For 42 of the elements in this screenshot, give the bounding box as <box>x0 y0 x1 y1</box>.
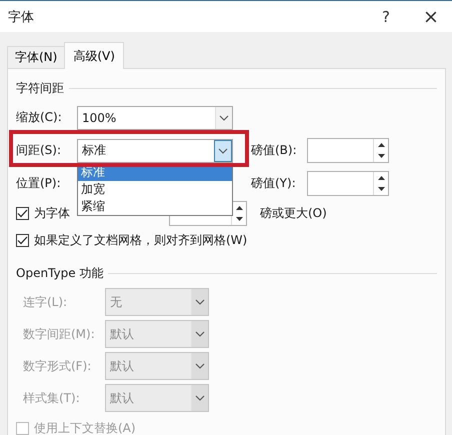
checkbox-label: 使用上下文替换(A) <box>34 420 136 435</box>
dropdown-option[interactable]: 紧缩 <box>78 198 232 215</box>
field-label: 样式集(T): <box>22 390 81 406</box>
close-button[interactable]: × <box>421 4 441 28</box>
check-icon <box>17 209 28 218</box>
down-arrow-icon <box>376 153 386 160</box>
chevron-icon <box>195 363 205 369</box>
field-label: 数字间距(M): <box>22 326 96 342</box>
dropdown[interactable]: 100% <box>77 106 233 130</box>
checkbox-label: 为字体 <box>34 205 71 222</box>
dropdown[interactable]: 标准 <box>77 138 233 162</box>
help-button[interactable]: ? <box>376 4 396 28</box>
spin-field[interactable] <box>307 138 389 163</box>
field-label: 缩放(C): <box>16 109 63 126</box>
chevron-icon <box>195 299 205 305</box>
down-arrow-icon <box>376 186 386 192</box>
up-arrow-icon <box>376 142 386 148</box>
field-label: 数字形式(F): <box>22 358 92 374</box>
checkbox-label: 如果定义了文档网格，则对齐到网格(W) <box>34 232 248 249</box>
up-arrow-icon <box>376 174 386 181</box>
chevron-icon <box>218 148 228 154</box>
checkbox[interactable] <box>16 234 29 247</box>
field-label: 磅值(B): <box>251 142 298 159</box>
field-label: 间距(S): <box>16 142 62 159</box>
chevron-icon <box>219 114 229 120</box>
field-label: 位置(P): <box>16 175 62 192</box>
section-heading: 字符间距 <box>16 80 64 96</box>
chevron-icon <box>195 395 205 401</box>
field-label: 磅或更大(O) <box>260 205 327 222</box>
field-label: 连字(L): <box>22 294 68 310</box>
check-icon <box>17 236 28 245</box>
down-arrow-icon <box>234 216 244 222</box>
window-title: 字体 <box>8 8 35 26</box>
chevron-icon <box>195 331 205 337</box>
spin-field[interactable] <box>307 171 389 196</box>
section-heading: OpenType 功能 <box>16 264 104 282</box>
tab[interactable]: 高级(V) <box>64 42 124 69</box>
field-label: 磅值(Y): <box>251 175 297 192</box>
tab[interactable]: 字体(N) <box>7 46 66 68</box>
up-arrow-icon <box>234 204 244 211</box>
checkbox[interactable] <box>16 207 29 220</box>
dropdown-option[interactable]: 加宽 <box>78 181 232 198</box>
